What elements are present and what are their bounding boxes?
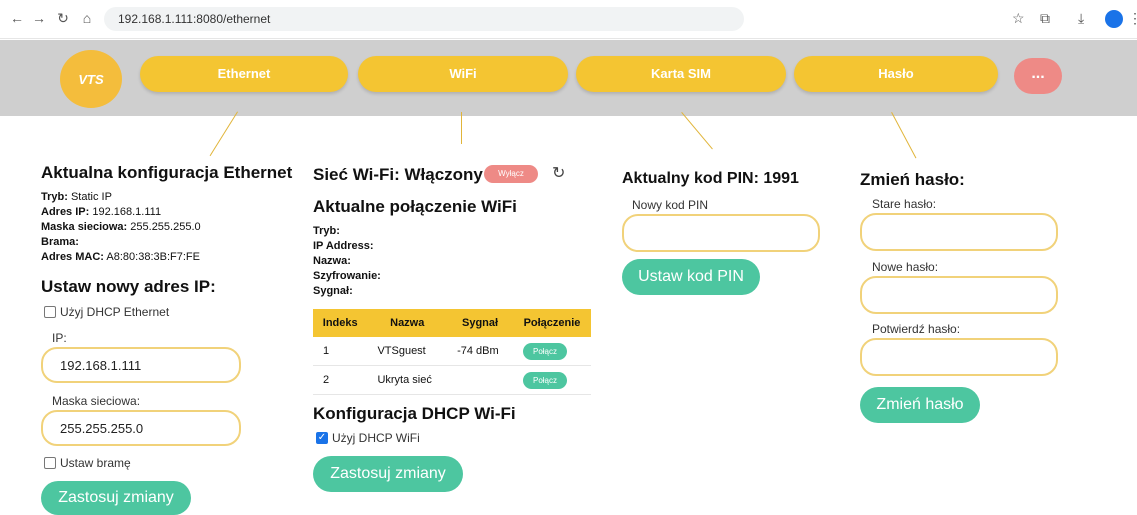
connector-line bbox=[681, 112, 713, 150]
gateway-checkbox[interactable] bbox=[44, 457, 56, 469]
table-header: Nazwa bbox=[367, 309, 448, 337]
download-icon[interactable]: ⤓ bbox=[1078, 10, 1084, 27]
reload-icon[interactable]: ↻ bbox=[54, 10, 72, 27]
gateway-checkbox-label: Ustaw bramę bbox=[60, 456, 131, 470]
wifi-dhcp-title: Konfiguracja DHCP Wi-Fi bbox=[313, 404, 516, 423]
home-icon[interactable]: ⌂ bbox=[78, 10, 96, 26]
new-password-input[interactable] bbox=[860, 276, 1058, 314]
table-header: Indeks bbox=[313, 309, 368, 337]
row-signal: -74 dBm bbox=[447, 337, 513, 366]
star-icon[interactable]: ☆ bbox=[1012, 10, 1025, 27]
mask-field-label: Maska sieciowa: bbox=[52, 394, 141, 408]
url-text: 192.168.1.111:8080/ethernet bbox=[118, 12, 271, 26]
dhcp-wifi-label: Użyj DHCP WiFi bbox=[332, 431, 420, 445]
row-action: Połącz bbox=[512, 365, 591, 395]
wifi-info: Tryb: IP Address: Nazwa: Szyfrowanie: Sy… bbox=[313, 225, 381, 297]
table-row: 2 Ukryta sieć Połącz bbox=[313, 365, 591, 395]
ip-input-value: 192.168.1.111 bbox=[60, 358, 142, 373]
dhcp-ethernet-label: Użyj DHCP Ethernet bbox=[60, 305, 170, 319]
row-signal bbox=[447, 365, 513, 395]
row-index: 2 bbox=[313, 365, 368, 395]
confirm-password-input[interactable] bbox=[860, 338, 1058, 376]
dhcp-wifi-checkbox[interactable]: ✓ bbox=[316, 432, 328, 444]
ethernet-apply-button[interactable]: Zastosuj zmiany bbox=[41, 481, 191, 515]
set-ip-title: Ustaw nowy adres IP: bbox=[41, 277, 216, 296]
row-action: Połącz bbox=[512, 337, 591, 366]
old-password-label: Stare hasło: bbox=[872, 197, 937, 211]
dhcp-ethernet-checkbox[interactable] bbox=[44, 306, 56, 318]
change-password-button[interactable]: Zmień hasło bbox=[860, 387, 980, 423]
connector-line bbox=[209, 111, 238, 157]
extensions-icon[interactable]: ⧉ bbox=[1040, 10, 1050, 27]
table-header: Sygnał bbox=[447, 309, 513, 337]
more-button[interactable]: ... bbox=[1014, 58, 1062, 94]
nav-sim[interactable]: Karta SIM bbox=[576, 56, 786, 92]
connect-button[interactable]: Połącz bbox=[522, 342, 567, 360]
menu-icon[interactable]: ⋮ bbox=[1128, 10, 1137, 27]
nav-password[interactable]: Hasło bbox=[794, 56, 998, 92]
ip-field-label: IP: bbox=[52, 331, 67, 345]
new-pin-input[interactable] bbox=[622, 214, 820, 252]
profile-avatar[interactable] bbox=[1105, 10, 1123, 28]
row-name: Ukryta sieć bbox=[367, 365, 448, 395]
table-header: Połączenie bbox=[512, 309, 591, 337]
forward-icon[interactable]: → bbox=[30, 10, 48, 26]
mask-input-value: 255.255.255.0 bbox=[60, 421, 144, 436]
ethernet-info: Tryb: Static IP Adres IP: 192.168.1.111 … bbox=[41, 191, 201, 263]
new-pin-label: Nowy kod PIN bbox=[632, 198, 709, 212]
row-name: VTSguest bbox=[367, 337, 448, 366]
refresh-icon[interactable]: ↻ bbox=[552, 163, 565, 183]
new-password-label: Nowe hasło: bbox=[872, 260, 939, 274]
old-password-input[interactable] bbox=[860, 213, 1058, 251]
connect-button[interactable]: Połącz bbox=[522, 371, 567, 389]
wifi-title: Sieć Wi-Fi: Włączony bbox=[313, 165, 483, 184]
connector-line bbox=[461, 112, 462, 144]
row-index: 1 bbox=[313, 337, 368, 366]
wifi-networks-table: Indeks Nazwa Sygnał Połączenie 1 VTSgues… bbox=[313, 309, 591, 395]
wifi-apply-button[interactable]: Zastosuj zmiany bbox=[313, 456, 463, 492]
nav-wifi[interactable]: WiFi bbox=[358, 56, 568, 92]
wifi-off-button[interactable]: Wyłącz bbox=[484, 165, 538, 183]
table-row: 1 VTSguest -74 dBm Połącz bbox=[313, 337, 591, 366]
logo-text: VTS bbox=[78, 72, 104, 87]
wifi-connection-title: Aktualne połączenie WiFi bbox=[313, 197, 517, 216]
connector-line bbox=[891, 112, 917, 159]
set-pin-button[interactable]: Ustaw kod PIN bbox=[622, 259, 760, 295]
nav-ethernet[interactable]: Ethernet bbox=[140, 56, 348, 92]
password-title: Zmień hasło: bbox=[860, 170, 965, 189]
back-icon[interactable]: ← bbox=[8, 10, 26, 26]
pin-title: Aktualny kod PIN: 1991 bbox=[622, 170, 799, 187]
confirm-password-label: Potwierdź hasło: bbox=[872, 322, 961, 336]
ethernet-title: Aktualna konfiguracja Ethernet bbox=[41, 163, 293, 182]
